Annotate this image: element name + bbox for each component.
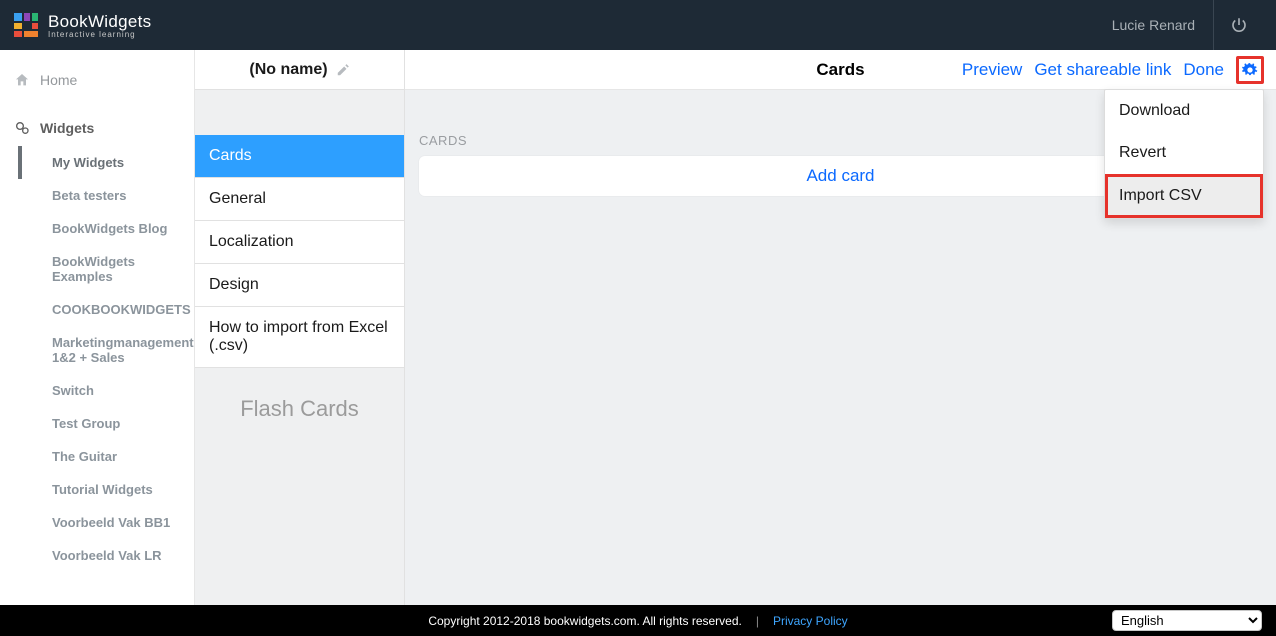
pencil-icon bbox=[336, 63, 350, 77]
config-sidebar: (No name) Cards General Localization Des… bbox=[195, 50, 405, 605]
sidebar-item-guitar[interactable]: The Guitar bbox=[18, 440, 194, 473]
widget-title-row[interactable]: (No name) bbox=[195, 50, 404, 90]
config-tab-localization[interactable]: Localization bbox=[195, 221, 404, 264]
widget-type-label: Flash Cards bbox=[195, 368, 404, 450]
sidebar-item-switch[interactable]: Switch bbox=[18, 374, 194, 407]
nav-home[interactable]: Home bbox=[0, 62, 194, 98]
privacy-policy-link[interactable]: Privacy Policy bbox=[773, 614, 848, 628]
editor-panel: Cards Preview Get shareable link Done Do… bbox=[405, 50, 1276, 605]
menu-import-csv-label: Import CSV bbox=[1105, 174, 1263, 218]
page-footer: Copyright 2012-2018 bookwidgets.com. All… bbox=[0, 605, 1276, 636]
nav-widgets-label: Widgets bbox=[40, 120, 94, 136]
logo-icon bbox=[12, 11, 40, 39]
sidebar-item-testgroup[interactable]: Test Group bbox=[18, 407, 194, 440]
preview-link[interactable]: Preview bbox=[962, 60, 1022, 80]
config-tab-import[interactable]: How to import from Excel (.csv) bbox=[195, 307, 404, 368]
menu-download[interactable]: Download bbox=[1105, 90, 1263, 132]
widget-title: (No name) bbox=[249, 61, 327, 79]
sidebar-item-examples[interactable]: BookWidgets Examples bbox=[18, 245, 194, 293]
logout-button[interactable] bbox=[1213, 0, 1264, 50]
sidebar-item-vak-bb1[interactable]: Voorbeeld Vak BB1 bbox=[18, 506, 194, 539]
language-select-wrap: English bbox=[1112, 610, 1262, 631]
footer-copyright: Copyright 2012-2018 bookwidgets.com. All… bbox=[428, 614, 742, 628]
brand-text: BookWidgets Interactive learning bbox=[48, 12, 151, 39]
left-sidebar: Home Widgets My Widgets Beta testers Boo… bbox=[0, 50, 195, 605]
gears-icon bbox=[14, 120, 30, 136]
settings-dropdown: Download Revert Import CSV bbox=[1104, 89, 1264, 219]
language-select[interactable]: English bbox=[1112, 610, 1262, 631]
settings-menu-button[interactable] bbox=[1236, 56, 1264, 84]
footer-sep: | bbox=[748, 614, 767, 628]
sidebar-item-blog[interactable]: BookWidgets Blog bbox=[18, 212, 194, 245]
product-name: BookWidgets bbox=[48, 12, 151, 31]
sidebar-item-tutorial[interactable]: Tutorial Widgets bbox=[18, 473, 194, 506]
sidebar-item-beta-testers[interactable]: Beta testers bbox=[18, 179, 194, 212]
top-bar: BookWidgets Interactive learning Lucie R… bbox=[0, 0, 1276, 50]
menu-import-csv[interactable]: Import CSV bbox=[1105, 174, 1263, 218]
editor-header: Cards Preview Get shareable link Done bbox=[405, 50, 1276, 90]
config-tab-cards[interactable]: Cards bbox=[195, 135, 404, 178]
done-link[interactable]: Done bbox=[1183, 60, 1224, 80]
nav-widgets[interactable]: Widgets bbox=[0, 110, 194, 146]
nav-sub-list: My Widgets Beta testers BookWidgets Blog… bbox=[0, 146, 194, 572]
brand-logo[interactable]: BookWidgets Interactive learning bbox=[12, 11, 151, 39]
editor-actions: Preview Get shareable link Done bbox=[962, 56, 1264, 84]
main-area: Home Widgets My Widgets Beta testers Boo… bbox=[0, 50, 1276, 605]
power-icon bbox=[1230, 16, 1248, 34]
sidebar-item-cookbook[interactable]: COOKBOOKWIDGETS bbox=[18, 293, 194, 326]
config-tab-design[interactable]: Design bbox=[195, 264, 404, 307]
menu-revert[interactable]: Revert bbox=[1105, 132, 1263, 174]
sidebar-item-marketing[interactable]: Marketingmanagement 1&2 + Sales bbox=[18, 326, 194, 374]
sidebar-item-my-widgets[interactable]: My Widgets bbox=[18, 146, 194, 179]
nav-home-label: Home bbox=[40, 72, 77, 88]
gear-icon bbox=[1242, 62, 1258, 78]
sidebar-item-vak-lr[interactable]: Voorbeeld Vak LR bbox=[18, 539, 194, 572]
home-icon bbox=[14, 72, 30, 88]
username[interactable]: Lucie Renard bbox=[1094, 17, 1213, 33]
share-link[interactable]: Get shareable link bbox=[1034, 60, 1171, 80]
config-tab-general[interactable]: General bbox=[195, 178, 404, 221]
topbar-right: Lucie Renard bbox=[1094, 0, 1264, 50]
